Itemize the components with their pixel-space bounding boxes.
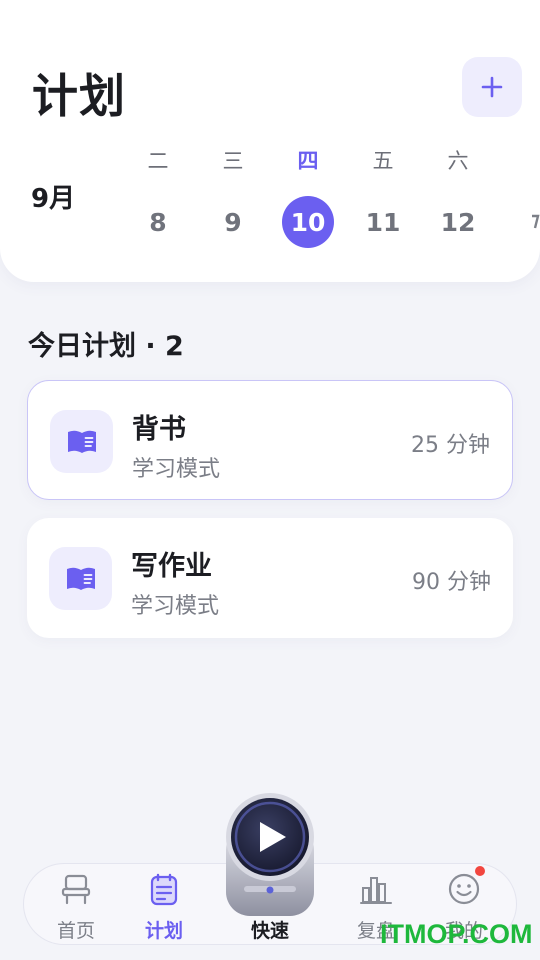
today-plans-title: 今日计划 · 2 (28, 331, 184, 362)
day-column[interactable]: 六 12 (428, 146, 488, 256)
plan-card[interactable]: 背书 学习模式 25 分钟 (27, 380, 513, 500)
weekday-label: 六 (447, 149, 469, 173)
book-icon (67, 430, 96, 453)
date-fragment (532, 214, 540, 229)
weekday-label: 三 (222, 149, 244, 173)
date-number-selected: 10 (282, 196, 334, 248)
tab-label: 计划 (144, 920, 183, 942)
book-icon (66, 567, 95, 590)
plan-icon-box (50, 410, 113, 473)
day-column[interactable]: 五 11 (353, 146, 413, 256)
plan-card[interactable]: 写作业 学习模式 90 分钟 (27, 518, 513, 638)
quick-start-button[interactable] (222, 790, 318, 920)
watermark-text: ITMOP.COM (380, 919, 533, 949)
plan-mode: 学习模式 (132, 457, 221, 482)
date-number: 12 (440, 207, 476, 237)
plus-icon (481, 76, 503, 98)
plan-duration: 90 分钟 (412, 570, 491, 595)
tab-plan[interactable]: 计划 (124, 864, 204, 944)
header-card: 计划 9月 二 8 三 9 四 10 五 11 六 12 (0, 0, 540, 282)
date-number: 9 (224, 207, 242, 237)
plan-duration: 25 分钟 (411, 433, 490, 458)
plan-icon-box (49, 547, 112, 610)
weekday-label: 五 (372, 149, 394, 173)
date-number: 8 (149, 207, 167, 237)
page-title: 计划 (32, 69, 126, 123)
day-column-partial[interactable] (505, 146, 540, 256)
month-label: 9月 (31, 184, 76, 214)
day-column[interactable]: 三 9 (203, 146, 263, 256)
bar-chart-icon (359, 872, 393, 906)
date-number: 11 (365, 207, 401, 237)
day-column-selected[interactable]: 四 10 (278, 146, 338, 256)
plan-mode: 学习模式 (131, 594, 220, 619)
weekday-label: 二 (147, 149, 169, 173)
weekday-label: 四 (297, 149, 319, 173)
add-plan-button[interactable] (462, 57, 522, 117)
date-number (509, 196, 540, 248)
home-chair-icon (59, 872, 93, 906)
tab-label: 首页 (56, 920, 95, 942)
smiley-icon (447, 866, 485, 906)
day-column[interactable]: 二 8 (128, 146, 188, 256)
plan-name: 写作业 (131, 551, 212, 582)
plan-name: 背书 (132, 414, 186, 445)
clipboard-icon (147, 872, 181, 906)
notification-badge (475, 866, 485, 876)
tab-home[interactable]: 首页 (36, 864, 116, 944)
play-device-icon (226, 793, 314, 916)
tab-label: 快速 (250, 920, 289, 942)
